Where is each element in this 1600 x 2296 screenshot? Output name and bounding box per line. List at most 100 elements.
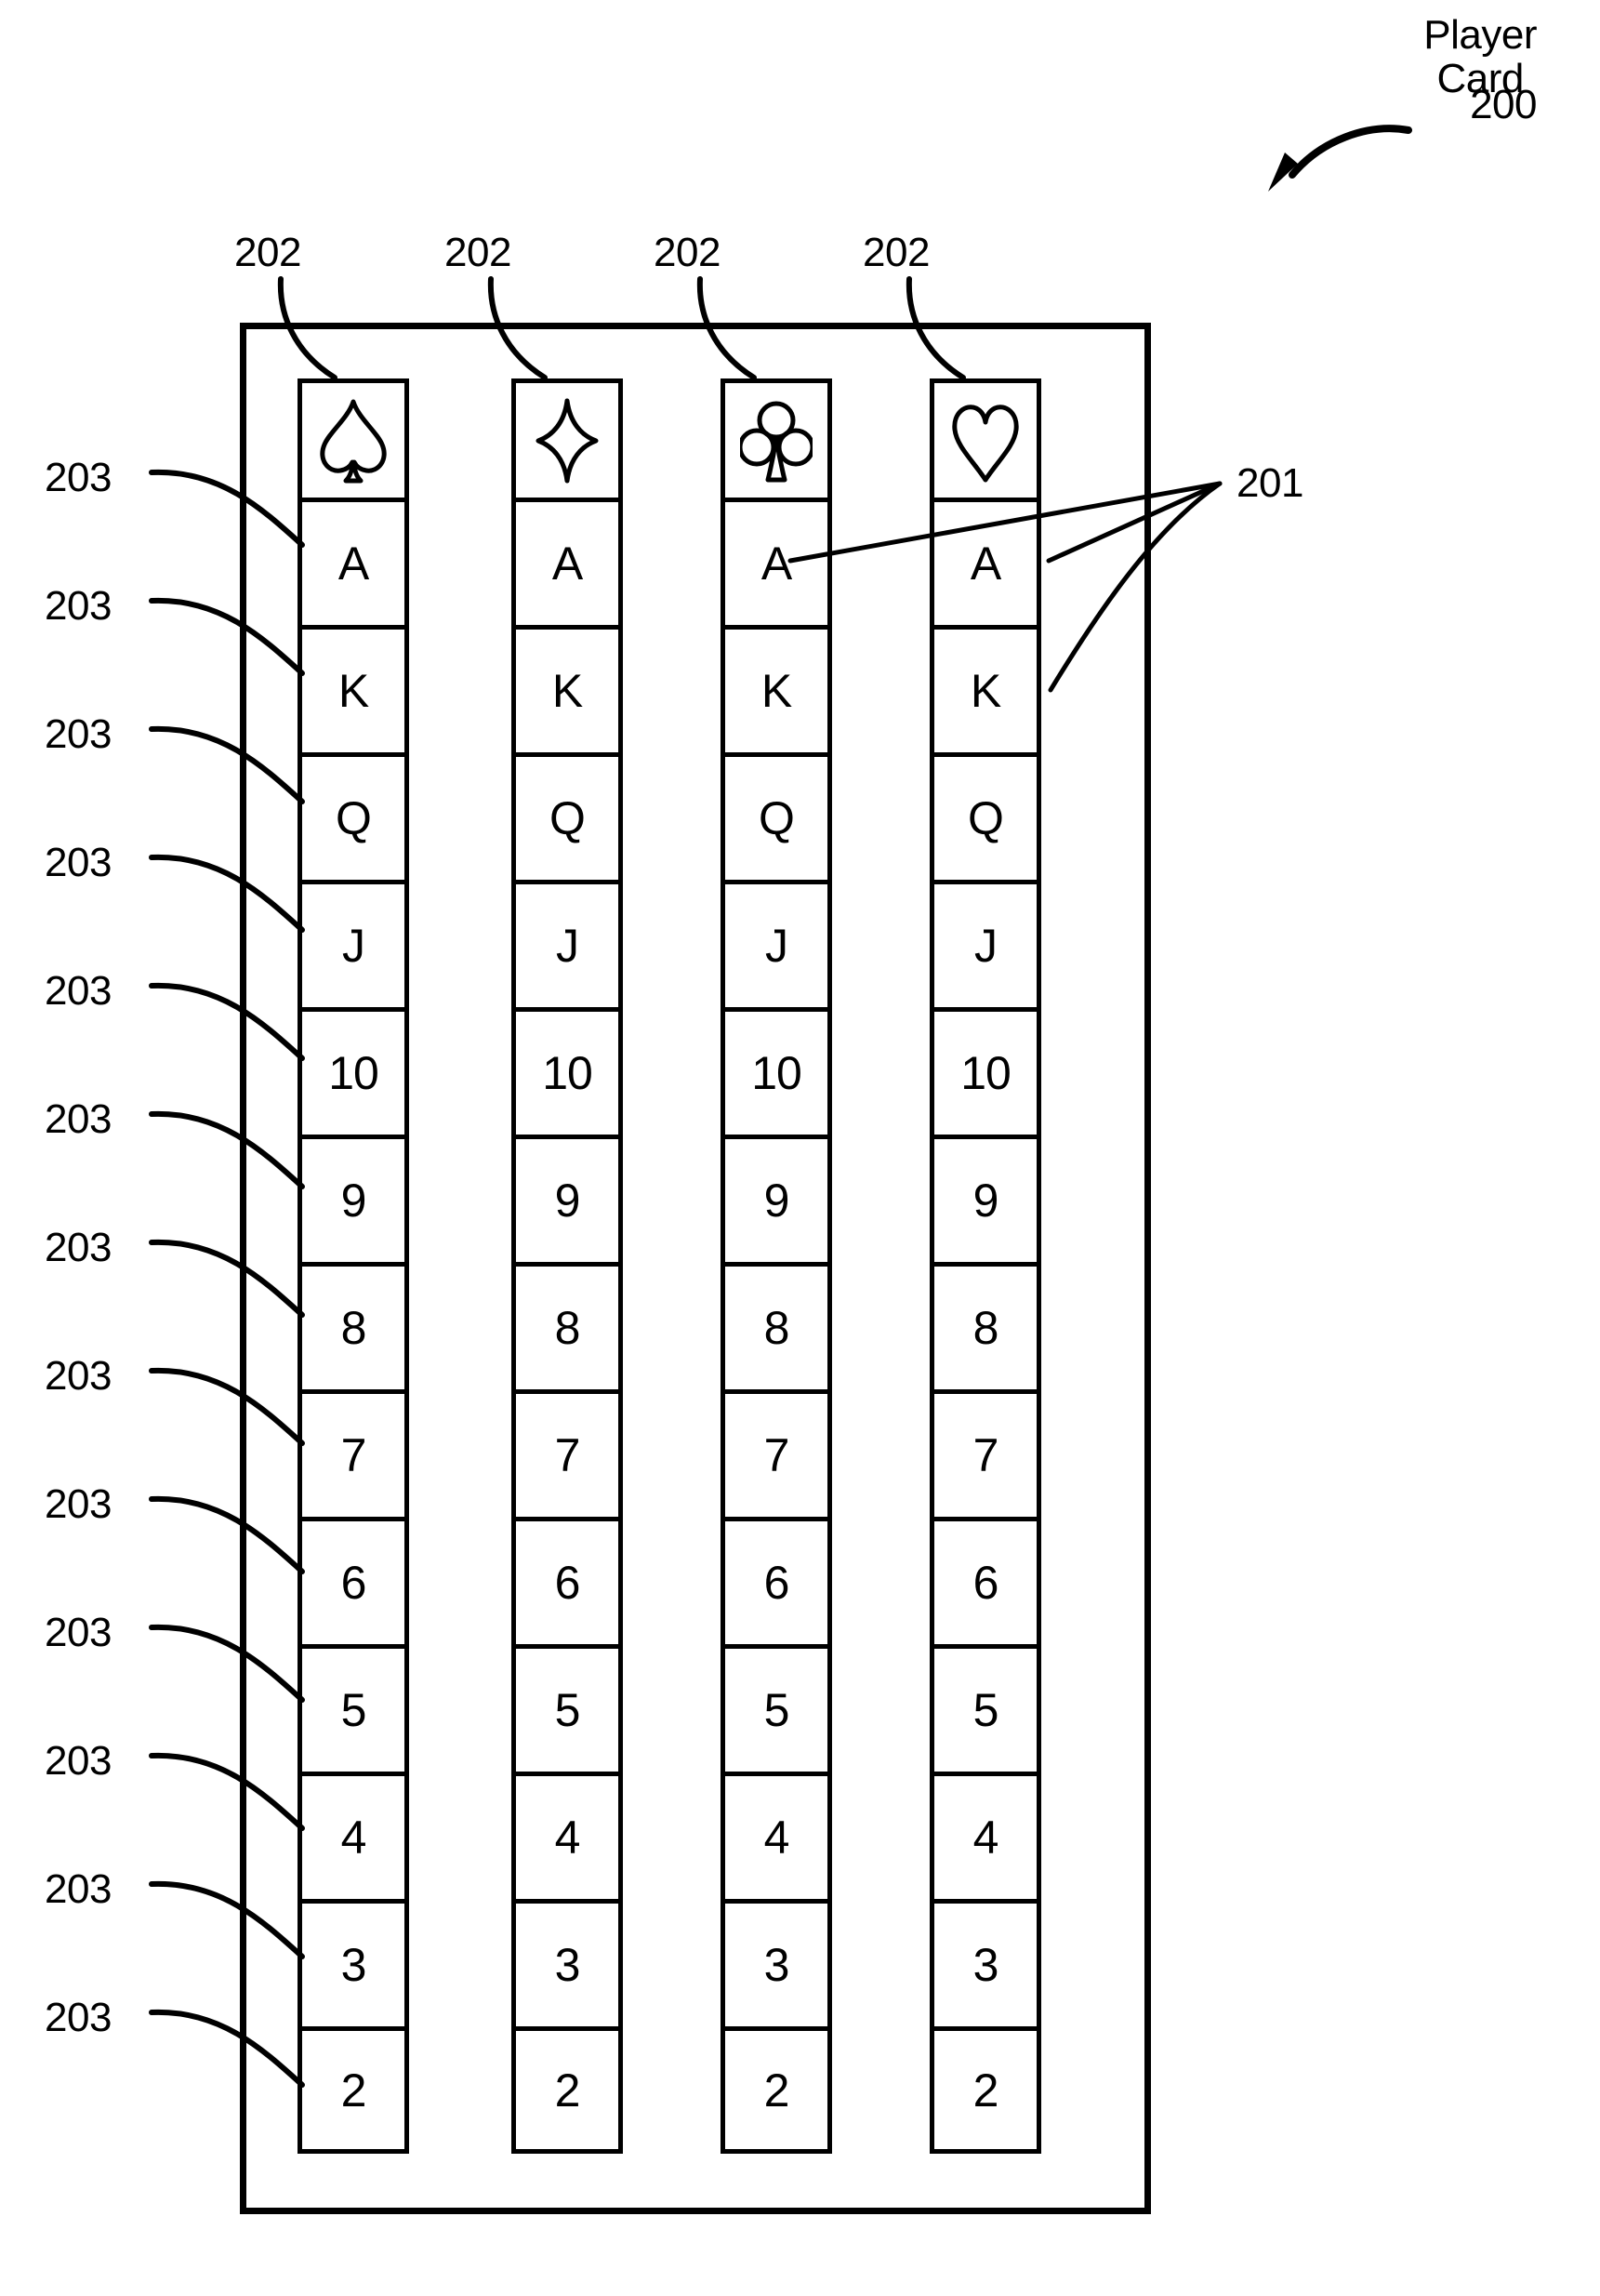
- rank-cell-diamonds-1[interactable]: K: [511, 625, 623, 752]
- rank-label: 5: [340, 1684, 367, 1736]
- rank-label: Q: [336, 792, 372, 844]
- rank-cell-diamonds-4[interactable]: 10: [511, 1007, 623, 1135]
- rank-cell-spades-6[interactable]: 8: [298, 1262, 409, 1389]
- rank-label: 8: [554, 1302, 581, 1354]
- rank-cell-spades-10[interactable]: 4: [298, 1772, 409, 1899]
- rank-cell-spades-3[interactable]: J: [298, 880, 409, 1007]
- rank-cell-clubs-11[interactable]: 3: [721, 1899, 832, 2026]
- rank-cell-clubs-3[interactable]: J: [721, 880, 832, 1007]
- reference-numeral-203-row-2: 203: [45, 583, 112, 629]
- suit-column-clubs: A K Q J 10 9 8 7 6 5 4 3 2: [721, 378, 832, 2154]
- rank-cell-clubs-4[interactable]: 10: [721, 1007, 832, 1135]
- rank-label: Q: [759, 792, 795, 844]
- rank-cell-hearts-2[interactable]: Q: [930, 752, 1041, 880]
- rank-cell-hearts-11[interactable]: 3: [930, 1899, 1041, 2026]
- rank-label: J: [974, 920, 998, 972]
- reference-numeral-203-row-4: 203: [45, 840, 112, 885]
- reference-numeral-203-row-9: 203: [45, 1481, 112, 1527]
- rank-cell-diamonds-11[interactable]: 3: [511, 1899, 623, 2026]
- rank-label: 5: [763, 1684, 790, 1736]
- rank-cell-hearts-3[interactable]: J: [930, 880, 1041, 1007]
- rank-label: 8: [972, 1302, 999, 1354]
- rank-label: 4: [763, 1812, 790, 1864]
- rank-cell-clubs-6[interactable]: 8: [721, 1262, 832, 1389]
- rank-label: J: [765, 920, 788, 972]
- rank-cell-spades-11[interactable]: 3: [298, 1899, 409, 2026]
- rank-cell-diamonds-0[interactable]: A: [511, 498, 623, 625]
- rank-cell-diamonds-2[interactable]: Q: [511, 752, 623, 880]
- rank-cell-diamonds-6[interactable]: 8: [511, 1262, 623, 1389]
- rank-label: J: [556, 920, 579, 972]
- rank-cell-spades-9[interactable]: 5: [298, 1644, 409, 1772]
- reference-numeral-202-col-2: 202: [444, 230, 511, 275]
- rank-label: Q: [968, 792, 1004, 844]
- rank-cell-clubs-5[interactable]: 9: [721, 1135, 832, 1262]
- rank-cell-diamonds-5[interactable]: 9: [511, 1135, 623, 1262]
- rank-cell-diamonds-7[interactable]: 7: [511, 1389, 623, 1517]
- rank-cell-clubs-7[interactable]: 7: [721, 1389, 832, 1517]
- rank-cell-spades-4[interactable]: 10: [298, 1007, 409, 1135]
- rank-cell-spades-1[interactable]: K: [298, 625, 409, 752]
- rank-cell-diamonds-10[interactable]: 4: [511, 1772, 623, 1899]
- rank-cell-diamonds-9[interactable]: 5: [511, 1644, 623, 1772]
- rank-label: 5: [554, 1684, 581, 1736]
- rank-cell-hearts-0[interactable]: A: [930, 498, 1041, 625]
- rank-cell-hearts-5[interactable]: 9: [930, 1135, 1041, 1262]
- spade-suit-icon: [320, 399, 387, 483]
- rank-label: 7: [554, 1429, 581, 1481]
- rank-cell-clubs-2[interactable]: Q: [721, 752, 832, 880]
- rank-cell-clubs-1[interactable]: K: [721, 625, 832, 752]
- rank-cell-spades-5[interactable]: 9: [298, 1135, 409, 1262]
- rank-label: 10: [542, 1047, 593, 1099]
- rank-cell-clubs-8[interactable]: 6: [721, 1517, 832, 1644]
- suit-header-cell-clubs[interactable]: [721, 378, 832, 498]
- rank-cell-spades-2[interactable]: Q: [298, 752, 409, 880]
- rank-cell-clubs-12[interactable]: 2: [721, 2026, 832, 2154]
- reference-numeral-203-row-3: 203: [45, 711, 112, 757]
- suit-header-cell-hearts[interactable]: [930, 378, 1041, 498]
- rank-label: 4: [972, 1812, 999, 1864]
- rank-cell-spades-0[interactable]: A: [298, 498, 409, 625]
- rank-label: 7: [763, 1429, 790, 1481]
- rank-label: K: [970, 665, 1001, 717]
- heart-suit-icon: [952, 404, 1019, 482]
- reference-numeral-203-row-6: 203: [45, 1096, 112, 1142]
- rank-label: 8: [763, 1302, 790, 1354]
- rank-label: A: [337, 538, 369, 590]
- figure-canvas: Player Card 200 202 202 202 202 203 203 …: [0, 0, 1600, 2296]
- rank-label: 2: [340, 2064, 367, 2117]
- rank-cell-diamonds-12[interactable]: 2: [511, 2026, 623, 2154]
- rank-cell-diamonds-3[interactable]: J: [511, 880, 623, 1007]
- rank-label: K: [337, 665, 369, 717]
- rank-cell-spades-12[interactable]: 2: [298, 2026, 409, 2154]
- rank-cell-clubs-9[interactable]: 5: [721, 1644, 832, 1772]
- rank-cell-spades-8[interactable]: 6: [298, 1517, 409, 1644]
- rank-cell-hearts-12[interactable]: 2: [930, 2026, 1041, 2154]
- club-suit-icon: [740, 401, 813, 482]
- rank-cell-diamonds-8[interactable]: 6: [511, 1517, 623, 1644]
- rank-label: 3: [554, 1939, 581, 1991]
- rank-cell-hearts-6[interactable]: 8: [930, 1262, 1041, 1389]
- reference-numeral-203-row-10: 203: [45, 1610, 112, 1655]
- rank-label: J: [342, 920, 365, 972]
- rank-cell-hearts-1[interactable]: K: [930, 625, 1041, 752]
- player-card: A K Q J 10 9 8 7 6 5 4 3 2 A K Q J 10 9 …: [240, 323, 1151, 2214]
- reference-numeral-203-row-13: 203: [45, 1995, 112, 2040]
- rank-label: 6: [340, 1557, 367, 1609]
- rank-label: 3: [972, 1939, 999, 1991]
- rank-cell-clubs-0[interactable]: A: [721, 498, 832, 625]
- rank-cell-hearts-7[interactable]: 7: [930, 1389, 1041, 1517]
- rank-label: K: [760, 665, 792, 717]
- rank-label: 9: [972, 1175, 999, 1227]
- reference-numeral-203-row-1: 203: [45, 455, 112, 500]
- rank-label: 2: [554, 2064, 581, 2117]
- rank-cell-hearts-10[interactable]: 4: [930, 1772, 1041, 1899]
- rank-cell-hearts-9[interactable]: 5: [930, 1644, 1041, 1772]
- suit-header-cell-diamonds[interactable]: [511, 378, 623, 498]
- suit-header-cell-spades[interactable]: [298, 378, 409, 498]
- rank-cell-hearts-8[interactable]: 6: [930, 1517, 1041, 1644]
- rank-cell-clubs-10[interactable]: 4: [721, 1772, 832, 1899]
- rank-cell-spades-7[interactable]: 7: [298, 1389, 409, 1517]
- rank-cell-hearts-4[interactable]: 10: [930, 1007, 1041, 1135]
- reference-numeral-202-col-4: 202: [863, 230, 930, 275]
